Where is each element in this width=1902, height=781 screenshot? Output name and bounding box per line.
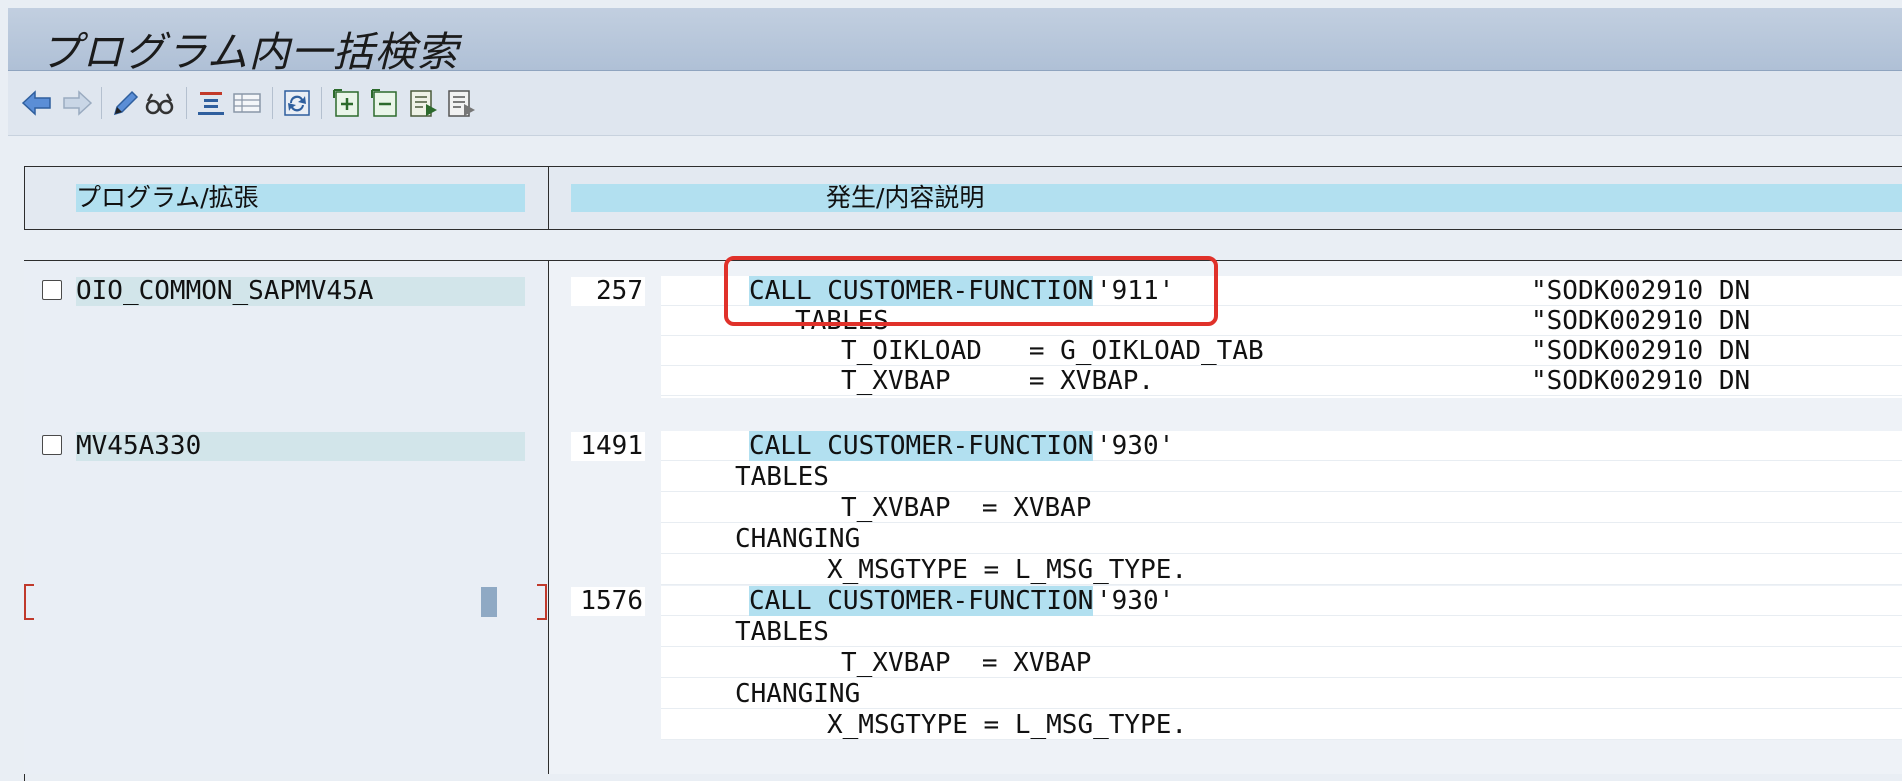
line-number-1[interactable]: 257 [571, 277, 645, 306]
page-title: プログラム内一括検索 [40, 28, 459, 76]
code-text: T_XVBAP = XVBAP [841, 648, 1092, 678]
code-line[interactable]: T_XVBAP = XVBAP [661, 493, 1902, 523]
line-number-2[interactable]: 1491 [571, 432, 645, 461]
selection-bracket-right [537, 584, 547, 620]
code-line[interactable]: CALL CUSTOMER-FUNCTION '930' [661, 586, 1902, 616]
code-text: CALL CUSTOMER-FUNCTION [749, 431, 1094, 461]
code-text: T_OIKLOAD = G_OIKLOAD_TAB [841, 336, 1264, 366]
code-line[interactable]: X_MSGTYPE = L_MSG_TYPE. [661, 555, 1902, 585]
program-name-2[interactable]: MV45A330 [76, 432, 525, 461]
column-header-occurrence: 発生/内容説明 [571, 184, 1902, 212]
code-text: X_MSGTYPE = L_MSG_TYPE. [827, 710, 1188, 740]
code-text: TABLES [735, 617, 829, 647]
code-line[interactable]: T_XVBAP = XVBAP [661, 648, 1902, 678]
deselect-icon[interactable] [444, 86, 478, 120]
back-icon[interactable] [20, 86, 54, 120]
list-icon[interactable] [230, 86, 264, 120]
code-comment: "SODK002910 DN [1531, 336, 1751, 366]
code-text: CHANGING [735, 679, 861, 709]
title-bar: プログラム内一括検索 [8, 8, 1902, 76]
code-comment: "SODK002910 DN [1531, 366, 1751, 396]
select-icon[interactable] [406, 86, 440, 120]
code-line[interactable]: CHANGING [661, 524, 1902, 554]
code-line[interactable]: TABLES [661, 462, 1902, 492]
line-number-3[interactable]: 1576 [571, 587, 645, 616]
selection-bracket-left [24, 584, 34, 620]
code-text: CHANGING [735, 524, 861, 554]
program-name-1[interactable]: OIO_COMMON_SAPMV45A [76, 277, 525, 306]
code-comment: "SODK002910 DN [1531, 276, 1751, 306]
scroll-thumb[interactable] [481, 587, 497, 617]
result-checkbox-2[interactable] [42, 435, 62, 455]
edit-icon[interactable] [108, 86, 142, 120]
expand-icon[interactable] [330, 86, 364, 120]
forward-icon[interactable] [60, 86, 94, 120]
column-header-program: プログラム/拡張 [76, 184, 525, 212]
code-literal: '930' [1096, 586, 1175, 616]
refresh-icon[interactable] [280, 86, 314, 120]
code-comment: "SODK002910 DN [1531, 306, 1751, 336]
structure-icon[interactable] [194, 86, 228, 120]
code-line[interactable]: CHANGING [661, 679, 1902, 709]
code-line[interactable]: X_MSGTYPE = L_MSG_TYPE. [661, 710, 1902, 740]
code-line[interactable]: TABLES [661, 617, 1902, 647]
collapse-icon[interactable] [368, 86, 402, 120]
application-toolbar [8, 71, 1902, 136]
code-text: CALL CUSTOMER-FUNCTION [749, 586, 1094, 616]
code-text: T_XVBAP = XVBAP. [841, 366, 1155, 396]
code-block-3: CALL CUSTOMER-FUNCTION '930' TABLES T_XVB… [661, 586, 1902, 740]
code-line[interactable]: T_XVBAP = XVBAP. "SODK002910 DN [661, 366, 1902, 396]
code-line[interactable]: T_OIKLOAD = G_OIKLOAD_TAB "SODK002910 DN [661, 336, 1902, 366]
code-text: X_MSGTYPE = L_MSG_TYPE. [827, 555, 1188, 585]
code-text: TABLES [735, 462, 829, 492]
code-line[interactable]: CALL CUSTOMER-FUNCTION '930' [661, 431, 1902, 461]
code-text: T_XVBAP = XVBAP [841, 493, 1092, 523]
highlight-annotation-box [724, 256, 1218, 326]
code-block-2: CALL CUSTOMER-FUNCTION '930' TABLES T_XVB… [661, 431, 1902, 585]
result-checkbox-1[interactable] [42, 280, 62, 300]
code-literal: '930' [1096, 431, 1175, 461]
display-icon[interactable] [142, 86, 176, 120]
